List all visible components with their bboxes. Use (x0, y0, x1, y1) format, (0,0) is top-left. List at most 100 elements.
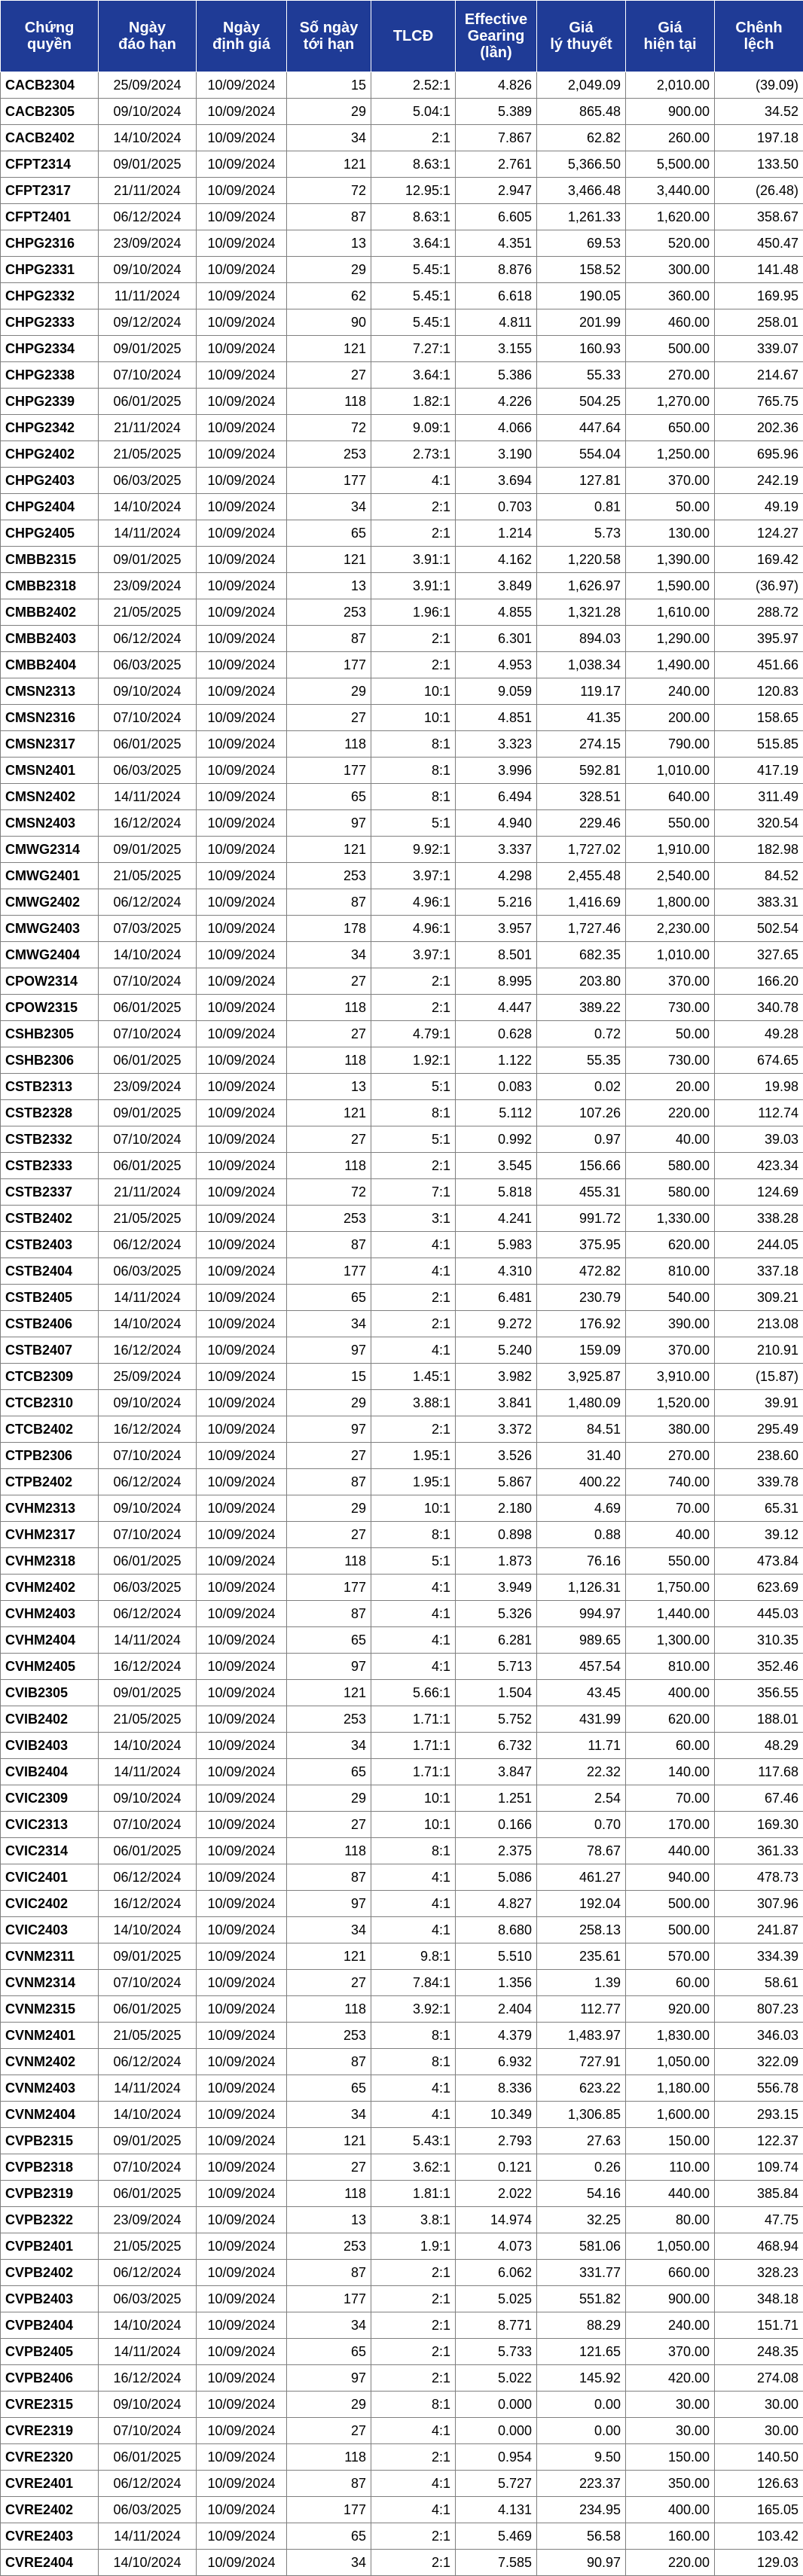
current-price-cell: 790.00 (626, 731, 715, 758)
table-row: CHPG240221/05/202510/09/20242532.73:13.1… (1, 441, 803, 468)
valuation-date-cell: 10/09/2024 (197, 230, 287, 257)
warrant-code-cell: CMBB2403 (1, 626, 99, 652)
days-to-maturity-cell: 118 (287, 1047, 371, 1074)
conversion-ratio-cell: 2:1 (371, 2365, 456, 2392)
table-row: CHPG233211/11/202410/09/2024625.45:16.61… (1, 283, 803, 309)
warrant-code-cell: CMSN2313 (1, 678, 99, 705)
difference-cell: 765.75 (715, 389, 803, 415)
difference-cell: 248.35 (715, 2339, 803, 2365)
days-to-maturity-cell: 34 (287, 2550, 371, 2576)
days-to-maturity-cell: 13 (287, 573, 371, 599)
difference-cell: 358.67 (715, 204, 803, 230)
theoretical-price-cell: 258.13 (537, 1917, 626, 1943)
conversion-ratio-cell: 2:1 (371, 1416, 456, 1443)
days-to-maturity-cell: 118 (287, 1838, 371, 1864)
valuation-date-cell: 10/09/2024 (197, 2339, 287, 2365)
difference-cell: 19.98 (715, 1074, 803, 1100)
warrant-code-cell: CMWG2314 (1, 837, 99, 863)
theoretical-price-cell: 22.32 (537, 1759, 626, 1785)
difference-cell: 151.71 (715, 2312, 803, 2339)
valuation-date-cell: 10/09/2024 (197, 1706, 287, 1733)
difference-cell: 210.91 (715, 1337, 803, 1364)
difference-cell: 188.01 (715, 1706, 803, 1733)
valuation-date-cell: 10/09/2024 (197, 547, 287, 573)
current-price-cell: 440.00 (626, 1838, 715, 1864)
current-price-cell: 500.00 (626, 1891, 715, 1917)
table-row: CVPB240514/11/202410/09/2024652:15.73312… (1, 2339, 803, 2365)
difference-cell: 274.08 (715, 2365, 803, 2392)
maturity-date-cell: 06/12/2024 (99, 1469, 197, 1495)
theoretical-price-cell: 1,416.69 (537, 889, 626, 916)
maturity-date-cell: 21/05/2025 (99, 863, 197, 889)
theoretical-price-cell: 234.95 (537, 2497, 626, 2523)
warrant-code-cell: CHPG2334 (1, 336, 99, 362)
header-row: Chứng quyền Ngày đáo hạn Ngày định giá S… (1, 1, 803, 72)
difference-cell: 468.94 (715, 2233, 803, 2260)
difference-cell: 126.63 (715, 2471, 803, 2497)
conversion-ratio-cell: 8.63:1 (371, 204, 456, 230)
current-price-cell: 240.00 (626, 678, 715, 705)
maturity-date-cell: 14/11/2024 (99, 1627, 197, 1654)
conversion-ratio-cell: 5.45:1 (371, 309, 456, 336)
warrant-code-cell: CMSN2401 (1, 758, 99, 784)
warrant-code-cell: CSTB2313 (1, 1074, 99, 1100)
current-price-cell: 240.00 (626, 2312, 715, 2339)
table-row: CMSN231706/01/202510/09/20241188:13.3232… (1, 731, 803, 758)
effective-gearing-cell: 5.818 (456, 1179, 537, 1206)
valuation-date-cell: 10/09/2024 (197, 784, 287, 810)
warrant-code-cell: CMBB2315 (1, 547, 99, 573)
difference-cell: 293.15 (715, 2102, 803, 2128)
theoretical-price-cell: 159.09 (537, 1337, 626, 1364)
theoretical-price-cell: 1,038.34 (537, 652, 626, 678)
valuation-date-cell: 10/09/2024 (197, 1443, 287, 1469)
valuation-date-cell: 10/09/2024 (197, 1680, 287, 1706)
maturity-date-cell: 06/01/2025 (99, 389, 197, 415)
theoretical-price-cell: 1,727.46 (537, 916, 626, 942)
effective-gearing-cell: 4.855 (456, 599, 537, 626)
theoretical-price-cell: 0.26 (537, 2154, 626, 2181)
conversion-ratio-cell: 2:1 (371, 626, 456, 652)
days-to-maturity-cell: 29 (287, 2392, 371, 2418)
valuation-date-cell: 10/09/2024 (197, 1100, 287, 1126)
maturity-date-cell: 06/12/2024 (99, 889, 197, 916)
effective-gearing-cell: 1.251 (456, 1785, 537, 1812)
maturity-date-cell: 21/11/2024 (99, 1179, 197, 1206)
table-row: CVNM240414/10/202410/09/2024344:110.3491… (1, 2102, 803, 2128)
theoretical-price-cell: 27.63 (537, 2128, 626, 2154)
warrant-code-cell: CVIC2309 (1, 1785, 99, 1812)
current-price-cell: 580.00 (626, 1153, 715, 1179)
table-row: CMWG240307/03/202510/09/20241784.96:13.9… (1, 916, 803, 942)
days-to-maturity-cell: 87 (287, 2471, 371, 2497)
valuation-date-cell: 10/09/2024 (197, 494, 287, 520)
current-price-cell: 1,390.00 (626, 547, 715, 573)
conversion-ratio-cell: 4:1 (371, 1258, 456, 1285)
effective-gearing-cell: 3.190 (456, 441, 537, 468)
table-row: CMWG240414/10/202410/09/2024343.97:18.50… (1, 942, 803, 968)
warrant-code-cell: CVIC2402 (1, 1891, 99, 1917)
valuation-date-cell: 10/09/2024 (197, 204, 287, 230)
current-price-cell: 30.00 (626, 2392, 715, 2418)
table-row: CVRE240414/10/202410/09/2024342:17.58590… (1, 2550, 803, 2576)
current-price-cell: 620.00 (626, 1232, 715, 1258)
days-to-maturity-cell: 15 (287, 72, 371, 99)
difference-cell: (36.97) (715, 573, 803, 599)
difference-cell: 807.23 (715, 1996, 803, 2023)
conversion-ratio-cell: 4:1 (371, 1575, 456, 1601)
days-to-maturity-cell: 27 (287, 1443, 371, 1469)
theoretical-price-cell: 400.22 (537, 1469, 626, 1495)
header-conversion-ratio: TLCĐ (371, 1, 456, 72)
current-price-cell: 380.00 (626, 1416, 715, 1443)
maturity-date-cell: 06/01/2025 (99, 2181, 197, 2207)
theoretical-price-cell: 472.82 (537, 1258, 626, 1285)
current-price-cell: 220.00 (626, 1100, 715, 1126)
table-row: CVNM231506/01/202510/09/20241183.92:12.4… (1, 1996, 803, 2023)
valuation-date-cell: 10/09/2024 (197, 309, 287, 336)
effective-gearing-cell: 4.940 (456, 810, 537, 837)
current-price-cell: 1,010.00 (626, 942, 715, 968)
valuation-date-cell: 10/09/2024 (197, 995, 287, 1021)
current-price-cell: 1,050.00 (626, 2049, 715, 2075)
valuation-date-cell: 10/09/2024 (197, 283, 287, 309)
days-to-maturity-cell: 65 (287, 784, 371, 810)
warrant-code-cell: CMSN2317 (1, 731, 99, 758)
effective-gearing-cell: 4.851 (456, 705, 537, 731)
